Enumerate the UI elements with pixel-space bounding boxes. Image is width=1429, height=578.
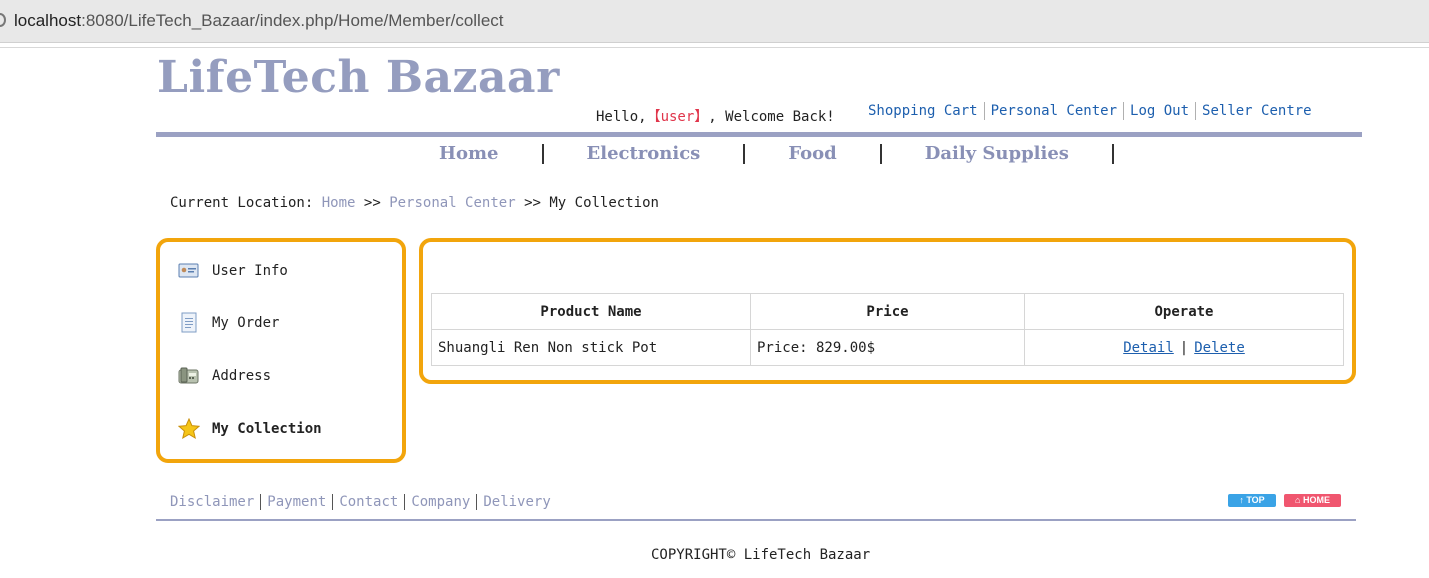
column-header-product-name: Product Name	[431, 293, 751, 330]
back-to-top-button[interactable]: ↑ TOP	[1228, 494, 1276, 507]
star-icon	[177, 417, 201, 440]
header-divider	[156, 132, 1362, 137]
sidebar-item-address[interactable]: Address	[178, 365, 271, 387]
id-card-icon	[178, 260, 200, 282]
collection-panel: Product Name Price Operate Shuangli Ren …	[419, 238, 1356, 384]
nav-daily-supplies[interactable]: Daily Supplies	[882, 144, 1114, 164]
nav-food[interactable]: Food	[745, 144, 882, 164]
breadcrumb-home[interactable]: Home	[322, 195, 356, 211]
welcome-suffix: , Welcome Back!	[708, 109, 835, 125]
product-name-cell: Shuangli Ren Non stick Pot	[431, 329, 751, 366]
nav-home[interactable]: Home	[396, 144, 544, 164]
main-nav: Home Electronics Food Daily Supplies	[396, 144, 1114, 164]
welcome-message: Hello,【user】, Welcome Back!	[596, 106, 835, 126]
breadcrumb-current: My Collection	[549, 195, 659, 211]
footer-company-link[interactable]: Company	[405, 494, 478, 510]
price-cell: Price: 829.00$	[750, 329, 1025, 366]
url-path: :8080/LifeTech_Bazaar/index.php/Home/Mem…	[81, 11, 504, 30]
personal-center-link[interactable]: Personal Center	[985, 102, 1125, 120]
operate-separator: |	[1179, 339, 1189, 356]
seller-centre-link[interactable]: Seller Centre	[1196, 102, 1318, 120]
collection-table: Product Name Price Operate Shuangli Ren …	[431, 293, 1344, 366]
operate-cell: Detail | Delete	[1024, 329, 1344, 366]
top-links: Shopping Cart Personal Center Log Out Se…	[862, 102, 1318, 120]
footer-delivery-link[interactable]: Delivery	[477, 494, 556, 510]
log-out-link[interactable]: Log Out	[1124, 102, 1197, 120]
footer-disclaimer-link[interactable]: Disclaimer	[164, 494, 262, 510]
table-header-row: Product Name Price Operate	[431, 293, 1344, 330]
table-row: Shuangli Ren Non stick Pot Price: 829.00…	[431, 329, 1344, 366]
footer-contact-link[interactable]: Contact	[333, 494, 406, 510]
sidebar-item-label: Address	[212, 368, 272, 384]
footer-divider	[156, 519, 1356, 521]
footer-payment-link[interactable]: Payment	[261, 494, 334, 510]
breadcrumb-sep: >>	[524, 195, 541, 211]
sidebar-item-label: My Collection	[212, 421, 322, 437]
sidebar-item-label: User Info	[212, 263, 288, 279]
breadcrumb: Current Location: Home >> Personal Cente…	[170, 195, 659, 211]
welcome-prefix: Hello,	[596, 109, 647, 125]
member-sidebar: User Info My Order Address My Collection	[156, 238, 406, 463]
copyright-text: COPYRIGHT© LifeTech Bazaar	[651, 547, 871, 563]
document-icon	[178, 312, 200, 334]
site-logo[interactable]: LifeTech Bazaar	[157, 52, 560, 103]
column-header-operate: Operate	[1024, 293, 1344, 330]
sidebar-item-user-info[interactable]: User Info	[178, 260, 288, 282]
welcome-username: 【user】	[646, 109, 709, 125]
breadcrumb-personal-center[interactable]: Personal Center	[389, 195, 515, 211]
shopping-cart-link[interactable]: Shopping Cart	[862, 102, 985, 120]
delete-link[interactable]: Delete	[1194, 340, 1245, 356]
chrome-divider	[0, 47, 1429, 48]
sidebar-item-label: My Order	[212, 315, 280, 331]
breadcrumb-sep: >>	[363, 195, 381, 211]
footer-links: Disclaimer Payment Contact Company Deliv…	[164, 494, 557, 510]
detail-link[interactable]: Detail	[1123, 340, 1174, 356]
sidebar-item-my-collection[interactable]: My Collection	[177, 417, 322, 440]
browser-address-bar[interactable]: localhost:8080/LifeTech_Bazaar/index.php…	[0, 0, 1429, 43]
nav-electronics[interactable]: Electronics	[544, 144, 746, 164]
url-host: localhost	[14, 11, 82, 30]
home-button[interactable]: ⌂ HOME	[1284, 494, 1341, 507]
breadcrumb-label: Current Location:	[170, 195, 314, 211]
column-header-price: Price	[750, 293, 1025, 330]
sidebar-item-my-order[interactable]: My Order	[178, 312, 279, 334]
info-icon[interactable]	[0, 13, 6, 27]
url-field[interactable]: localhost:8080/LifeTech_Bazaar/index.php…	[14, 11, 504, 31]
phone-icon	[178, 365, 200, 387]
